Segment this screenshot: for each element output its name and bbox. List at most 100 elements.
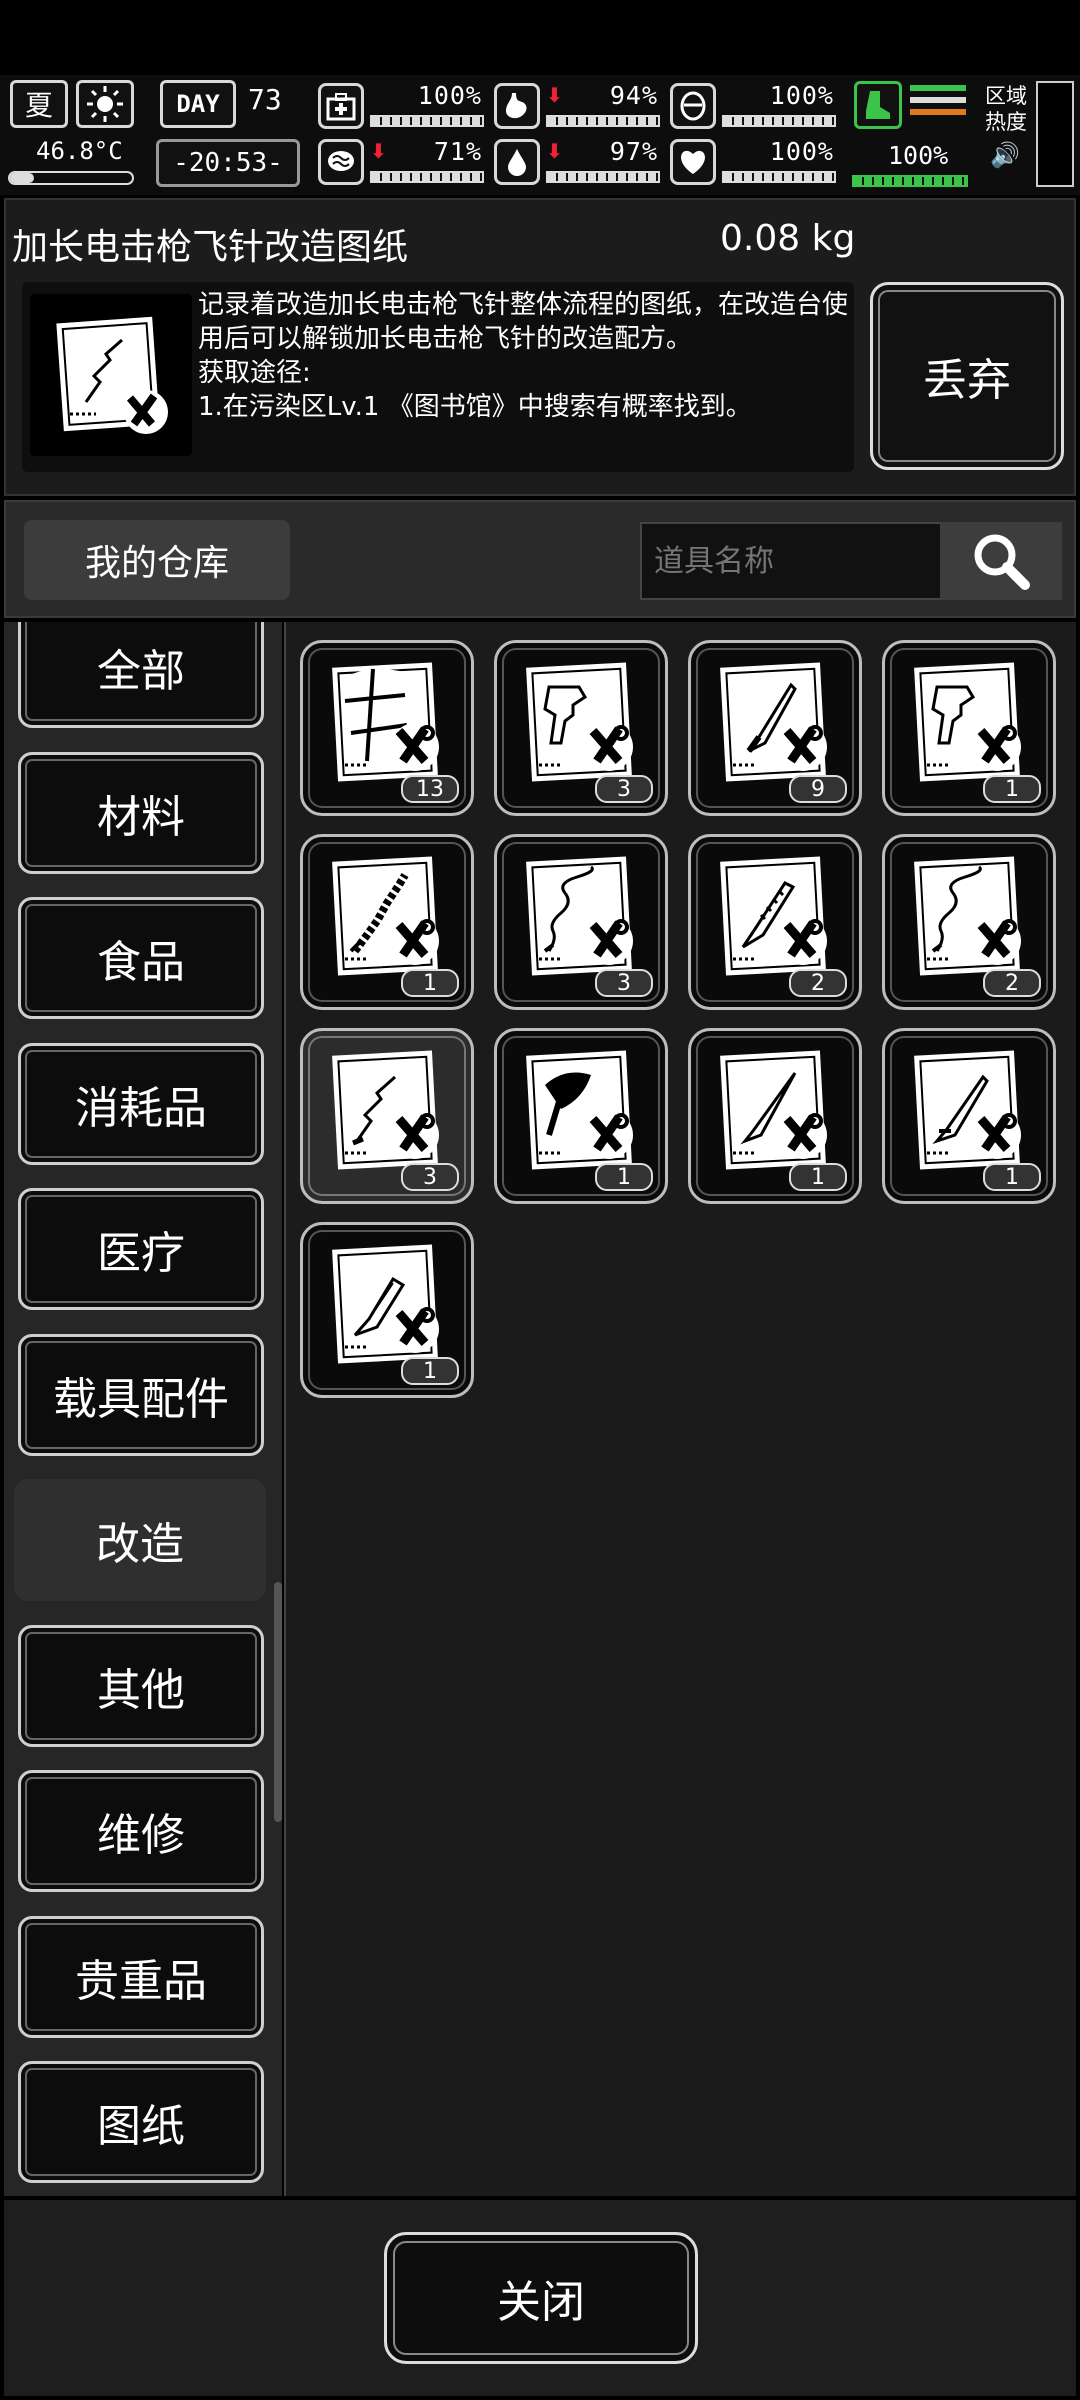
item-count-badge: 1 bbox=[983, 1163, 1041, 1191]
item-detail-panel: 加长电击枪飞针改造图纸 0.08 kg 记录着改造加长电击枪飞针整体流程的图纸，… bbox=[4, 198, 1076, 496]
clock-value: -20:53- bbox=[173, 148, 283, 178]
category-tab-other[interactable]: 其他 bbox=[18, 1624, 264, 1747]
game-clock: -20:53- bbox=[156, 139, 300, 187]
inventory-slot[interactable]: 1 bbox=[882, 1028, 1056, 1204]
item-weight: 0.08 kg bbox=[720, 218, 856, 259]
speaker-icon[interactable]: 🔊 bbox=[990, 141, 1020, 169]
search-icon bbox=[974, 534, 1030, 590]
category-label: 图纸 bbox=[97, 2101, 185, 2152]
day-label: DAY bbox=[176, 90, 220, 118]
item-search-input[interactable] bbox=[640, 522, 942, 600]
category-sidebar[interactable]: 全部材料食品消耗品医疗载具配件改造其他维修贵重品图纸 bbox=[4, 622, 282, 2196]
brain-icon bbox=[318, 139, 364, 185]
inventory-slot[interactable]: 9 bbox=[688, 640, 862, 816]
category-label: 维修 bbox=[97, 1810, 185, 1861]
category-tab-medical[interactable]: 医疗 bbox=[18, 1188, 264, 1310]
zone-heat-meter bbox=[1036, 81, 1074, 187]
category-label: 改造 bbox=[96, 1519, 184, 1570]
inventory-slot[interactable]: 1 bbox=[494, 1028, 668, 1204]
stat-value: 97% bbox=[609, 137, 658, 166]
stat-value: 100% bbox=[417, 81, 482, 110]
category-label: 载具配件 bbox=[53, 1373, 229, 1425]
category-tab-all[interactable]: 全部 bbox=[18, 622, 264, 728]
item-count-badge: 1 bbox=[401, 1357, 459, 1385]
item-count-badge: 2 bbox=[983, 969, 1041, 997]
temperature-value: 46.8°C bbox=[36, 137, 123, 165]
stomach-icon bbox=[494, 83, 540, 129]
inventory-slot[interactable]: 1 bbox=[882, 640, 1056, 816]
stamina-bar bbox=[852, 175, 968, 187]
item-count-badge: 1 bbox=[595, 1163, 653, 1191]
inventory-slot[interactable]: 1 bbox=[300, 834, 474, 1010]
warehouse-bar: 我的仓库 bbox=[4, 500, 1076, 618]
stat-health: 100% bbox=[318, 81, 488, 133]
discard-label: 丢弃 bbox=[923, 355, 1011, 406]
category-tab-consumables[interactable]: 消耗品 bbox=[18, 1042, 264, 1165]
search-button[interactable] bbox=[940, 522, 1062, 600]
category-label: 材料 bbox=[97, 791, 185, 843]
stat-bar bbox=[722, 115, 836, 127]
close-label: 关闭 bbox=[497, 2277, 585, 2328]
stamina-gauge: 100% bbox=[852, 79, 970, 191]
item-count-badge: 1 bbox=[401, 969, 459, 997]
stat-bar bbox=[546, 171, 660, 183]
stat-value: 100% bbox=[769, 81, 834, 110]
item-count-badge: 13 bbox=[401, 775, 459, 803]
day-badge: DAY bbox=[160, 80, 236, 128]
inventory-slot[interactable]: 2 bbox=[688, 834, 862, 1010]
stat-value: 100% bbox=[769, 137, 834, 166]
category-label: 其他 bbox=[97, 1664, 185, 1716]
stat-bar bbox=[370, 171, 484, 183]
stamina-value: 100% bbox=[888, 141, 949, 170]
stamina-line bbox=[910, 109, 966, 115]
item-count-badge: 3 bbox=[595, 775, 653, 803]
category-tab-materials[interactable]: 材料 bbox=[18, 751, 264, 874]
status-bar: 夏 46.8°C DAY 73 -20:53- 100% ⬇ 94% 100% … bbox=[0, 75, 1080, 195]
season-label: 夏 bbox=[24, 89, 53, 122]
my-warehouse-label: 我的仓库 bbox=[84, 543, 229, 584]
stat-bar bbox=[722, 171, 836, 183]
medkit-icon bbox=[318, 83, 364, 129]
stat-value: 94% bbox=[609, 81, 658, 110]
item-count-badge: 1 bbox=[983, 775, 1041, 803]
inventory-slot[interactable]: 2 bbox=[882, 834, 1056, 1010]
stat-heart: 100% bbox=[670, 137, 840, 189]
item-description-box: 记录着改造加长电击枪飞针整体流程的图纸，在改造台使用后可以解锁加长电击枪飞针的改… bbox=[22, 282, 854, 472]
inventory-slot[interactable]: 3 bbox=[494, 640, 668, 816]
stat-value: 71% bbox=[433, 137, 482, 166]
inventory-slot[interactable]: 3 bbox=[300, 1028, 474, 1204]
inventory-slot[interactable]: 3 bbox=[494, 834, 668, 1010]
boot-icon bbox=[854, 81, 902, 129]
my-warehouse-button[interactable]: 我的仓库 bbox=[24, 520, 290, 600]
category-label: 食品 bbox=[97, 937, 185, 988]
category-tab-valuables[interactable]: 贵重品 bbox=[18, 1915, 264, 2038]
stat-thirst: ⬇ 97% bbox=[494, 137, 664, 189]
category-tab-blueprints[interactable]: 图纸 bbox=[18, 2061, 264, 2183]
day-number: 73 bbox=[248, 83, 282, 116]
stamina-line bbox=[910, 97, 966, 103]
sidebar-scrollbar[interactable] bbox=[274, 1582, 282, 1822]
category-tab-repair[interactable]: 维修 bbox=[18, 1770, 264, 1892]
item-description: 记录着改造加长电击枪飞针整体流程的图纸，在改造台使用后可以解锁加长电击枪飞针的改… bbox=[198, 290, 849, 422]
stat-bar bbox=[370, 115, 484, 127]
item-count-badge: 1 bbox=[789, 1163, 847, 1191]
inventory-slot[interactable]: 1 bbox=[300, 1222, 474, 1398]
category-tab-modification[interactable]: 改造 bbox=[14, 1479, 266, 1601]
category-tab-food[interactable]: 食品 bbox=[18, 897, 264, 1019]
inventory-slot[interactable]: 13 bbox=[300, 640, 474, 816]
category-tab-vehicle-parts[interactable]: 载具配件 bbox=[18, 1333, 264, 1456]
thermometer-icon bbox=[8, 171, 134, 185]
item-count-badge: 2 bbox=[789, 969, 847, 997]
inventory-grid: 13 3 9 1 1 3 2 2 3 1 1 1 1 bbox=[284, 622, 1076, 2196]
discard-button[interactable]: 丢弃 bbox=[870, 282, 1064, 470]
heart-icon bbox=[670, 139, 716, 185]
season-badge: 夏 bbox=[10, 80, 68, 128]
bottom-bar: 关闭 bbox=[4, 2200, 1076, 2396]
item-count-badge: 3 bbox=[595, 969, 653, 997]
category-label: 贵重品 bbox=[75, 1955, 207, 2007]
helmet-icon bbox=[670, 83, 716, 129]
stat-mood: ⬇ 71% bbox=[318, 137, 488, 189]
lightning-blueprint-icon bbox=[30, 294, 192, 456]
close-button[interactable]: 关闭 bbox=[384, 2232, 698, 2364]
inventory-slot[interactable]: 1 bbox=[688, 1028, 862, 1204]
